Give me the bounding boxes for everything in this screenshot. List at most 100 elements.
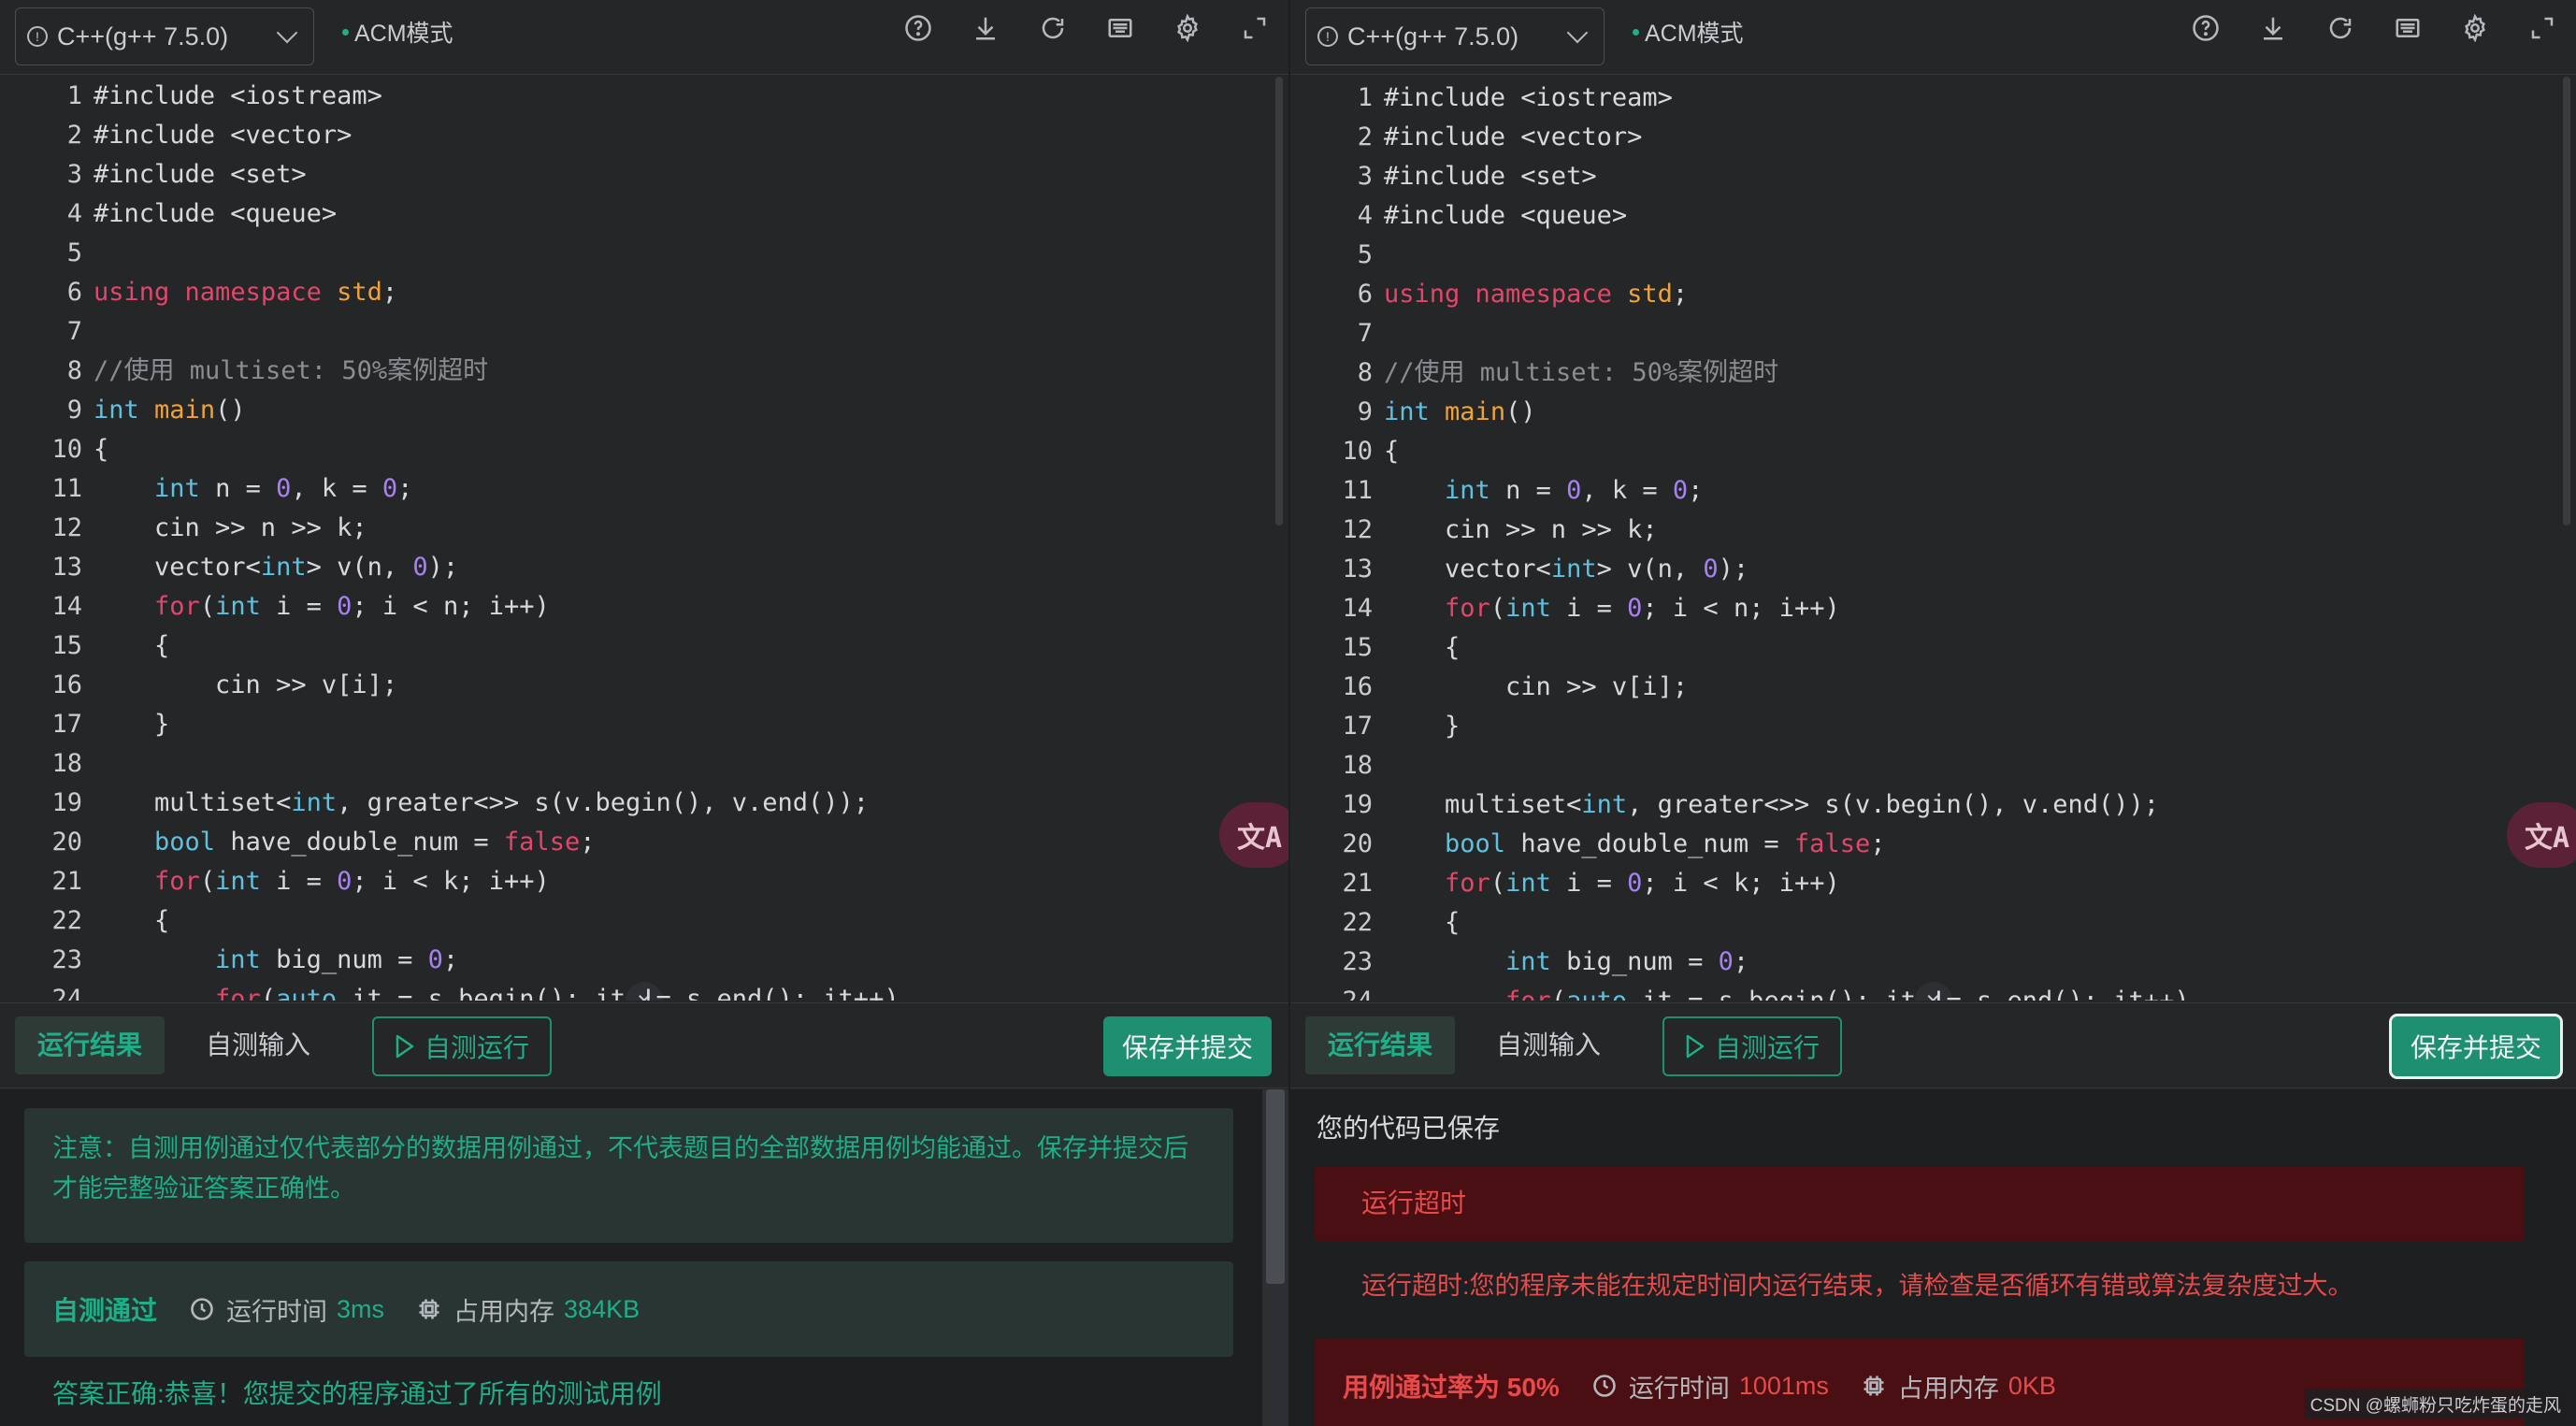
code-line[interactable]: 4 #include <queue> [1290, 196, 2576, 236]
code-line[interactable]: 24 for(auto it = s.begin(); it != s.end(… [1290, 982, 2576, 1001]
code-line[interactable]: 17 } [0, 705, 1288, 744]
code-token: #include <queue> [94, 199, 338, 228]
gear-icon[interactable] [2460, 13, 2490, 43]
code-line[interactable]: 16 cin >> v[i]; [0, 666, 1288, 705]
code-line[interactable]: 3 #include <set> [0, 155, 1288, 194]
save-submit-button[interactable]: 保存并提交 [1103, 1016, 1272, 1076]
result-scrollbar[interactable] [1262, 1089, 1288, 1426]
code-editor[interactable]: 文A × 1 #include <iostream> 2 #include <vect… [0, 75, 1288, 1001]
runtime-meta: 运行时间 1001ms [1591, 1368, 1829, 1404]
code-line[interactable]: 6 using namespace std; [0, 273, 1288, 312]
code-token: using [1384, 280, 1461, 309]
code-line[interactable]: 17 } [1290, 707, 2576, 746]
code-token: multiset< [94, 788, 292, 817]
code-line[interactable]: 14 for(int i = 0; i < n; i++) [0, 587, 1288, 627]
code-line[interactable]: 18 [0, 744, 1288, 784]
language-select[interactable]: ! C++(g++ 7.5.0) [15, 7, 314, 65]
line-number: 9 [1357, 397, 1373, 426]
code-editor[interactable]: 文A × 1 #include <iostream> 2 #include <vect… [1290, 75, 2576, 1001]
code-line[interactable]: 5 [0, 234, 1288, 273]
code-line[interactable]: 11 int n = 0, k = 0; [0, 469, 1288, 509]
code-line[interactable]: 21 for(int i = 0; i < k; i++) [0, 862, 1288, 901]
keyboard-icon[interactable] [2393, 13, 2423, 43]
fullscreen-icon[interactable] [2527, 13, 2557, 43]
reset-icon[interactable] [2325, 13, 2355, 43]
code-line[interactable]: 10 { [0, 430, 1288, 469]
code-line[interactable]: 1 #include <iostream> [1290, 79, 2576, 118]
code-line[interactable]: 20 bool have_double_num = false; [1290, 825, 2576, 864]
code-line[interactable]: 7 [1290, 314, 2576, 353]
code-token: //使用 multiset: 50%案例超时 [1384, 358, 1779, 387]
code-line[interactable]: 22 { [0, 901, 1288, 941]
tab-run-result[interactable]: 运行结果 [15, 1016, 165, 1074]
code-text: vector<int> v(n, 0); [94, 553, 458, 582]
code-token: std [337, 278, 382, 307]
line-number: 23 [51, 945, 82, 974]
tab-self-test-input[interactable]: 自测输入 [206, 1016, 310, 1074]
tab-self-test-input[interactable]: 自测输入 [1496, 1016, 1601, 1074]
result-scrollbar-thumb[interactable] [1266, 1089, 1285, 1284]
code-text: int n = 0, k = 0; [1384, 476, 1703, 505]
help-icon[interactable] [903, 13, 933, 43]
keyboard-icon[interactable] [1105, 13, 1135, 43]
code-line[interactable]: 13 vector<int> v(n, 0); [1290, 550, 2576, 589]
code-line[interactable]: 21 for(int i = 0; i < k; i++) [1290, 864, 2576, 903]
code-line[interactable]: 11 int n = 0, k = 0; [1290, 471, 2576, 511]
code-line[interactable]: 7 [0, 312, 1288, 352]
code-line[interactable]: 9 int main() [0, 391, 1288, 430]
download-icon[interactable] [2258, 13, 2288, 43]
line-number: 22 [1342, 908, 1373, 937]
code-line[interactable]: 2 #include <vector> [0, 116, 1288, 155]
code-line[interactable]: 1 #include <iostream> [0, 77, 1288, 116]
download-icon[interactable] [971, 13, 1000, 43]
code-line[interactable]: 23 int big_num = 0; [0, 941, 1288, 980]
code-token: 0 [276, 474, 292, 503]
code-line[interactable]: 12 cin >> n >> k; [1290, 511, 2576, 550]
fullscreen-icon[interactable] [1240, 13, 1270, 43]
line-number: 12 [1342, 515, 1373, 544]
code-line[interactable]: 5 [1290, 236, 2576, 275]
code-line[interactable]: 10 { [1290, 432, 2576, 471]
code-line[interactable]: 24 for(auto it = s.begin(); it != s.end(… [0, 980, 1288, 1001]
code-line[interactable]: 19 multiset<int, greater<>> s(v.begin(),… [0, 784, 1288, 823]
code-line[interactable]: 22 { [1290, 903, 2576, 943]
tab-run-result[interactable]: 运行结果 [1305, 1016, 1456, 1074]
code-token: #include <set> [1384, 162, 1597, 191]
answer-message: 答案正确:恭喜！您提交的程序通过了所有的测试用例 [52, 1379, 662, 1408]
help-icon[interactable] [2191, 13, 2221, 43]
save-submit-button[interactable]: 保存并提交 [2389, 1014, 2563, 1079]
code-line[interactable]: 12 cin >> n >> k; [0, 509, 1288, 548]
code-line[interactable]: 8 //使用 multiset: 50%案例超时 [0, 352, 1288, 391]
line-number: 3 [66, 160, 82, 189]
code-line[interactable]: 8 //使用 multiset: 50%案例超时 [1290, 353, 2576, 393]
gear-icon[interactable] [1173, 13, 1202, 43]
self-test-run-button[interactable]: 自测运行 [372, 1016, 552, 1076]
play-icon [396, 1034, 414, 1059]
play-icon [1686, 1034, 1705, 1059]
code-line[interactable]: 6 using namespace std; [1290, 275, 2576, 314]
language-select[interactable]: ! C++(g++ 7.5.0) [1305, 7, 1605, 65]
code-line[interactable]: 13 vector<int> v(n, 0); [0, 548, 1288, 587]
code-line[interactable]: 19 multiset<int, greater<>> s(v.begin(),… [1290, 785, 2576, 825]
code-line[interactable]: 2 #include <vector> [1290, 118, 2576, 157]
line-number: 15 [1342, 633, 1373, 662]
code-line[interactable]: 15 { [1290, 628, 2576, 668]
code-line[interactable]: 20 bool have_double_num = false; [0, 823, 1288, 862]
code-line[interactable]: 15 { [0, 627, 1288, 666]
code-line[interactable]: 3 #include <set> [1290, 157, 2576, 196]
code-text: for(int i = 0; i < k; i++) [1384, 869, 1840, 898]
saved-message: 您的代码已保存 [1317, 1114, 1501, 1143]
code-line[interactable]: 4 #include <queue> [0, 194, 1288, 234]
code-text: #include <vector> [1384, 122, 1642, 151]
code-line[interactable]: 16 cin >> v[i]; [1290, 668, 2576, 707]
code-line[interactable]: 14 for(int i = 0; i < n; i++) [1290, 589, 2576, 628]
code-line[interactable]: 23 int big_num = 0; [1290, 943, 2576, 982]
code-line[interactable]: 18 [1290, 746, 2576, 785]
code-text: int main() [1384, 397, 1536, 426]
reset-icon[interactable] [1038, 13, 1068, 43]
code-line[interactable]: 9 int main() [1290, 393, 2576, 432]
self-test-run-button[interactable]: 自测运行 [1662, 1016, 1842, 1076]
clock-icon [1591, 1373, 1618, 1399]
code-token: { [1384, 908, 1461, 937]
